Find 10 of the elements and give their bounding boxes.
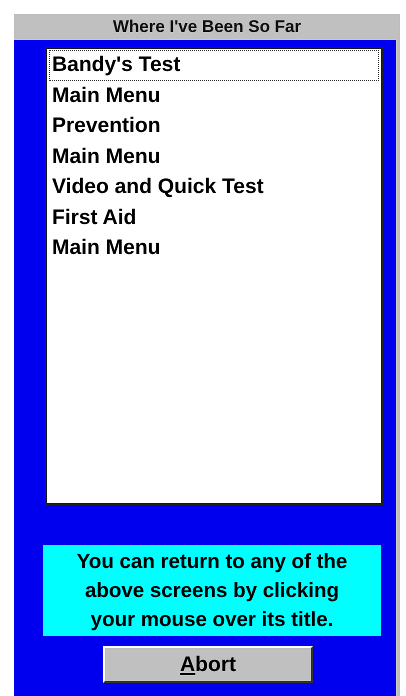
history-item[interactable]: Main Menu [49,233,379,264]
history-item[interactable]: Main Menu [49,80,379,111]
abort-button[interactable]: Abort [103,646,313,683]
history-item[interactable]: Prevention [49,111,379,142]
history-item[interactable]: Bandy's Test [49,50,379,80]
history-item[interactable]: Main Menu [49,142,379,172]
history-item[interactable]: First Aid [49,202,379,233]
instruction-text: You can return to any of the above screens by clicking your mouse over its title. [43,545,381,636]
window-title: Where I've Been So Far [112,16,302,38]
history-item[interactable]: Video and Quick Test [49,172,379,202]
